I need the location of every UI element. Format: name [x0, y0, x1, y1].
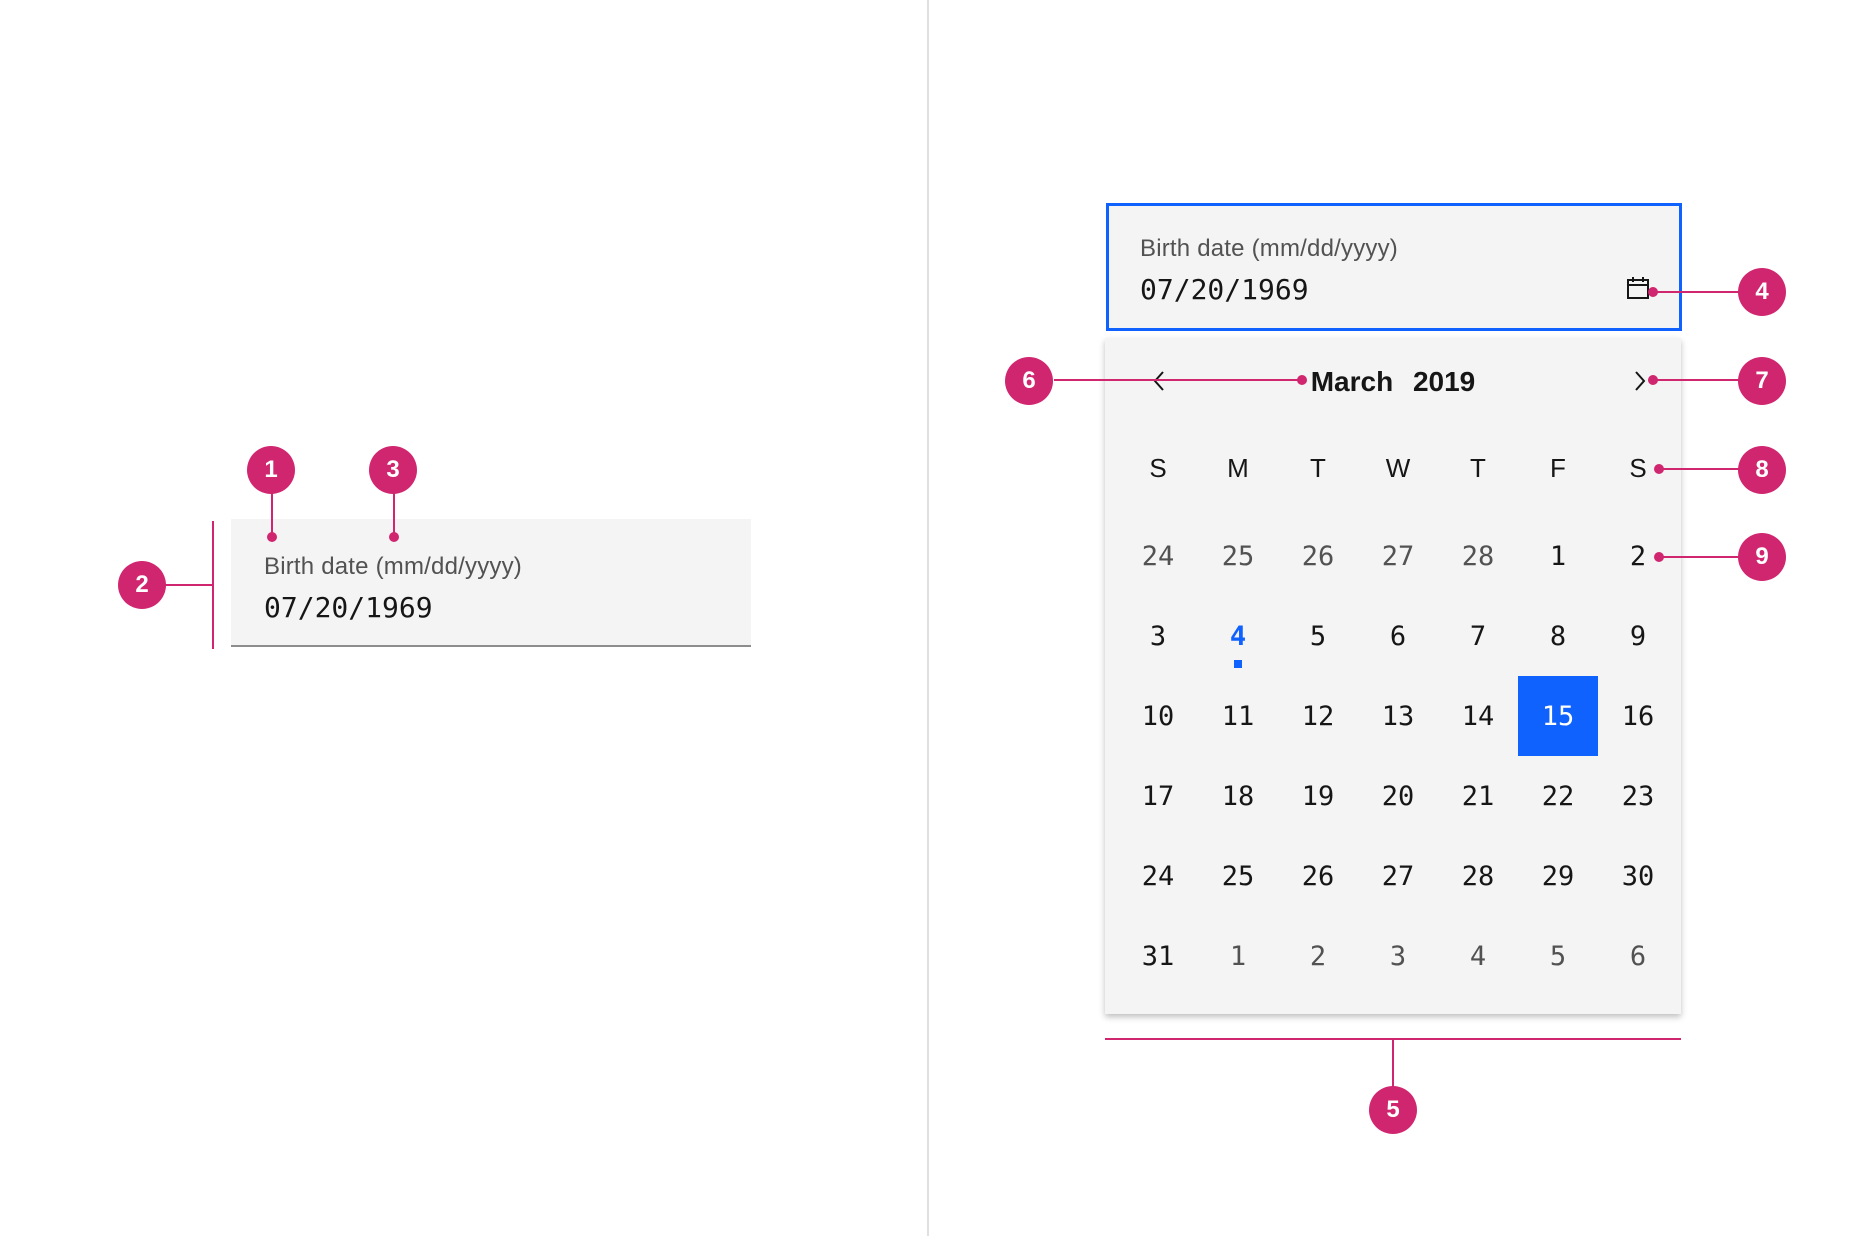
annotation-badge-6: 6 — [1005, 357, 1053, 405]
field-value[interactable]: 07/20/1969 — [264, 591, 433, 624]
annotation-dot-6 — [1297, 375, 1307, 385]
calendar-day[interactable]: 22 — [1518, 756, 1598, 836]
annotation-line-3 — [393, 490, 395, 537]
date-picker-input[interactable]: Birth date (mm/dd/yyyy) 07/20/1969 — [1106, 203, 1682, 331]
calendar-day[interactable]: 14 — [1438, 676, 1518, 756]
calendar-day[interactable]: 21 — [1438, 756, 1518, 836]
calendar-day[interactable]: 17 — [1118, 756, 1198, 836]
annotation-line-6 — [1054, 379, 1304, 381]
calendar-day[interactable]: 8 — [1518, 596, 1598, 676]
annotation-badge-1: 1 — [247, 446, 295, 494]
calendar-day[interactable]: 18 — [1198, 756, 1278, 836]
weekday-header: F — [1550, 452, 1566, 483]
calendar-day[interactable]: 5 — [1518, 916, 1598, 996]
weekday-header: W — [1385, 452, 1411, 483]
calendar-day[interactable]: 3 — [1118, 596, 1198, 676]
calendar-day[interactable]: 13 — [1358, 676, 1438, 756]
month-year-header: March 2019 — [1105, 366, 1681, 398]
annotation-badge-8: 8 — [1738, 446, 1786, 494]
annotation-dot-1 — [267, 532, 277, 542]
calendar-day[interactable]: 12 — [1278, 676, 1358, 756]
annotation-line-7 — [1652, 379, 1739, 381]
year-label[interactable]: 2019 — [1413, 366, 1475, 397]
calendar-day[interactable]: 30 — [1598, 836, 1678, 916]
annotation-dot-4 — [1648, 287, 1658, 297]
annotation-badge-9: 9 — [1738, 533, 1786, 581]
calendar-day[interactable]: 2 — [1278, 916, 1358, 996]
calendar-day[interactable]: 28 — [1438, 516, 1518, 596]
calendar-day[interactable]: 25 — [1198, 836, 1278, 916]
weekday-header: T — [1470, 452, 1486, 483]
annotation-dot-7 — [1648, 375, 1658, 385]
calendar-day[interactable]: 3 — [1358, 916, 1438, 996]
annotation-dot-8 — [1654, 464, 1664, 474]
annotation-badge-7: 7 — [1738, 357, 1786, 405]
calendar-day[interactable]: 25 — [1198, 516, 1278, 596]
annotation-dot-3 — [389, 532, 399, 542]
field-value[interactable]: 07/20/1969 — [1140, 273, 1309, 306]
calendar-day[interactable]: 26 — [1278, 516, 1358, 596]
calendar-day[interactable]: 10 — [1118, 676, 1198, 756]
calendar-day[interactable]: 27 — [1358, 836, 1438, 916]
section-divider — [927, 0, 929, 1236]
calendar-day[interactable]: 4 — [1438, 916, 1518, 996]
annotation-badge-3: 3 — [369, 446, 417, 494]
calendar-day[interactable]: 15 — [1518, 676, 1598, 756]
calendar-day[interactable]: 31 — [1118, 916, 1198, 996]
calendar-day[interactable]: 24 — [1118, 836, 1198, 916]
calendar-day[interactable]: 5 — [1278, 596, 1358, 676]
annotation-dot-9 — [1654, 552, 1664, 562]
annotation-line-9 — [1659, 556, 1739, 558]
calendar-day[interactable]: 16 — [1598, 676, 1678, 756]
calendar-day[interactable]: 11 — [1198, 676, 1278, 756]
calendar-day[interactable]: 4 — [1198, 596, 1278, 676]
date-input-simple[interactable]: Birth date (mm/dd/yyyy) 07/20/1969 — [231, 519, 751, 647]
annotation-line-5 — [1392, 1039, 1394, 1087]
weekday-header: T — [1310, 452, 1326, 483]
calendar-day[interactable]: 7 — [1438, 596, 1518, 676]
field-label: Birth date (mm/dd/yyyy) — [264, 553, 522, 580]
calendar-day[interactable]: 6 — [1358, 596, 1438, 676]
annotation-line-8 — [1659, 468, 1739, 470]
calendar-day[interactable]: 19 — [1278, 756, 1358, 836]
calendar-panel: March 2019 S M T W T F S 24 25 26 27 28 1 2 3 4 5 6 7 8 9 10 1… — [1105, 338, 1681, 1014]
calendar-day[interactable]: 1 — [1198, 916, 1278, 996]
calendar-day[interactable]: 27 — [1358, 516, 1438, 596]
calendar-day[interactable]: 23 — [1598, 756, 1678, 836]
annotation-badge-5: 5 — [1369, 1086, 1417, 1134]
calendar-day[interactable]: 28 — [1438, 836, 1518, 916]
weekday-header: S — [1149, 452, 1167, 483]
calendar-day[interactable]: 24 — [1118, 516, 1198, 596]
annotation-line-4 — [1652, 291, 1739, 293]
month-label: March — [1310, 366, 1394, 397]
annotation-line-1 — [271, 490, 273, 537]
calendar-icon[interactable] — [1626, 276, 1650, 300]
annotation-badge-4: 4 — [1738, 268, 1786, 316]
annotation-line-2 — [165, 584, 213, 586]
calendar-day[interactable]: 9 — [1598, 596, 1678, 676]
calendar-day[interactable]: 20 — [1358, 756, 1438, 836]
calendar-day[interactable]: 6 — [1598, 916, 1678, 996]
field-label: Birth date (mm/dd/yyyy) — [1140, 235, 1398, 262]
calendar-day[interactable]: 26 — [1278, 836, 1358, 916]
calendar-day[interactable]: 29 — [1518, 836, 1598, 916]
annotation-badge-2: 2 — [118, 561, 166, 609]
calendar-day[interactable]: 1 — [1518, 516, 1598, 596]
weekday-header: M — [1227, 452, 1249, 483]
